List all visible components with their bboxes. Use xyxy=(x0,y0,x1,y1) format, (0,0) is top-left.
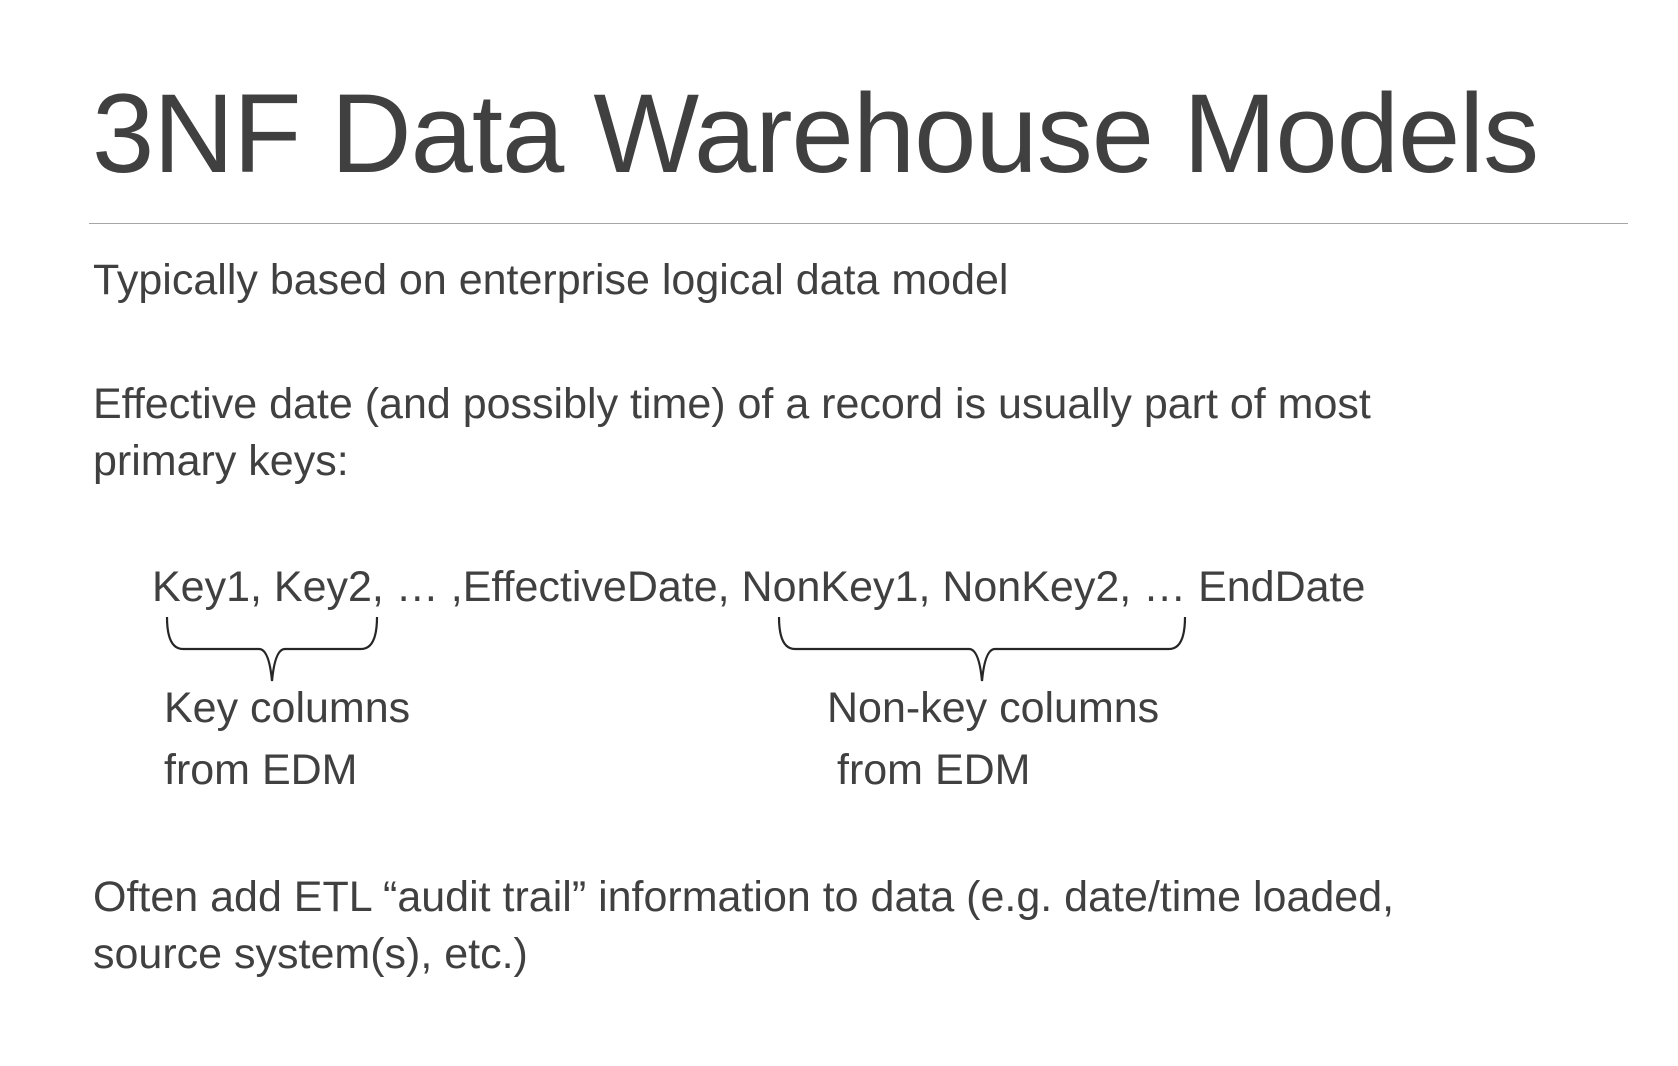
non-key-columns-brace xyxy=(777,616,1187,682)
bullet-enterprise-model-text: Typically based on enterprise logical da… xyxy=(93,256,1009,304)
bullet-audit-trail: Often add ETL “audit trail” information … xyxy=(93,869,1394,983)
non-key-columns-label-line2: from EDM xyxy=(837,746,1031,794)
bullet-audit-trail-line2: source system(s), etc.) xyxy=(93,930,528,978)
bullet-audit-trail-line1: Often add ETL “audit trail” information … xyxy=(93,873,1395,921)
key-columns-label-line2: from EDM xyxy=(164,746,358,794)
bullet-effective-date-line2: primary keys: xyxy=(93,437,349,485)
bullet-effective-date-line1: Effective date (and possibly time) of a … xyxy=(93,380,1371,428)
non-key-columns-label-line1: Non-key columns xyxy=(827,684,1160,732)
slide-title: 3NF Data Warehouse Models xyxy=(92,71,1539,196)
title-divider xyxy=(89,223,1628,224)
bullet-enterprise-model: Typically based on enterprise logical da… xyxy=(93,252,1008,309)
key-columns-label: Key columns from EDM xyxy=(164,677,410,801)
bullet-effective-date: Effective date (and possibly time) of a … xyxy=(93,376,1371,490)
key-columns-brace xyxy=(165,616,379,682)
key-columns-label-line1: Key columns xyxy=(164,684,411,732)
key-sequence: Key1, Key2, … ,EffectiveDate, NonKey1, N… xyxy=(152,563,1366,611)
non-key-columns-label: Non-key columns from EDM xyxy=(827,677,1159,801)
